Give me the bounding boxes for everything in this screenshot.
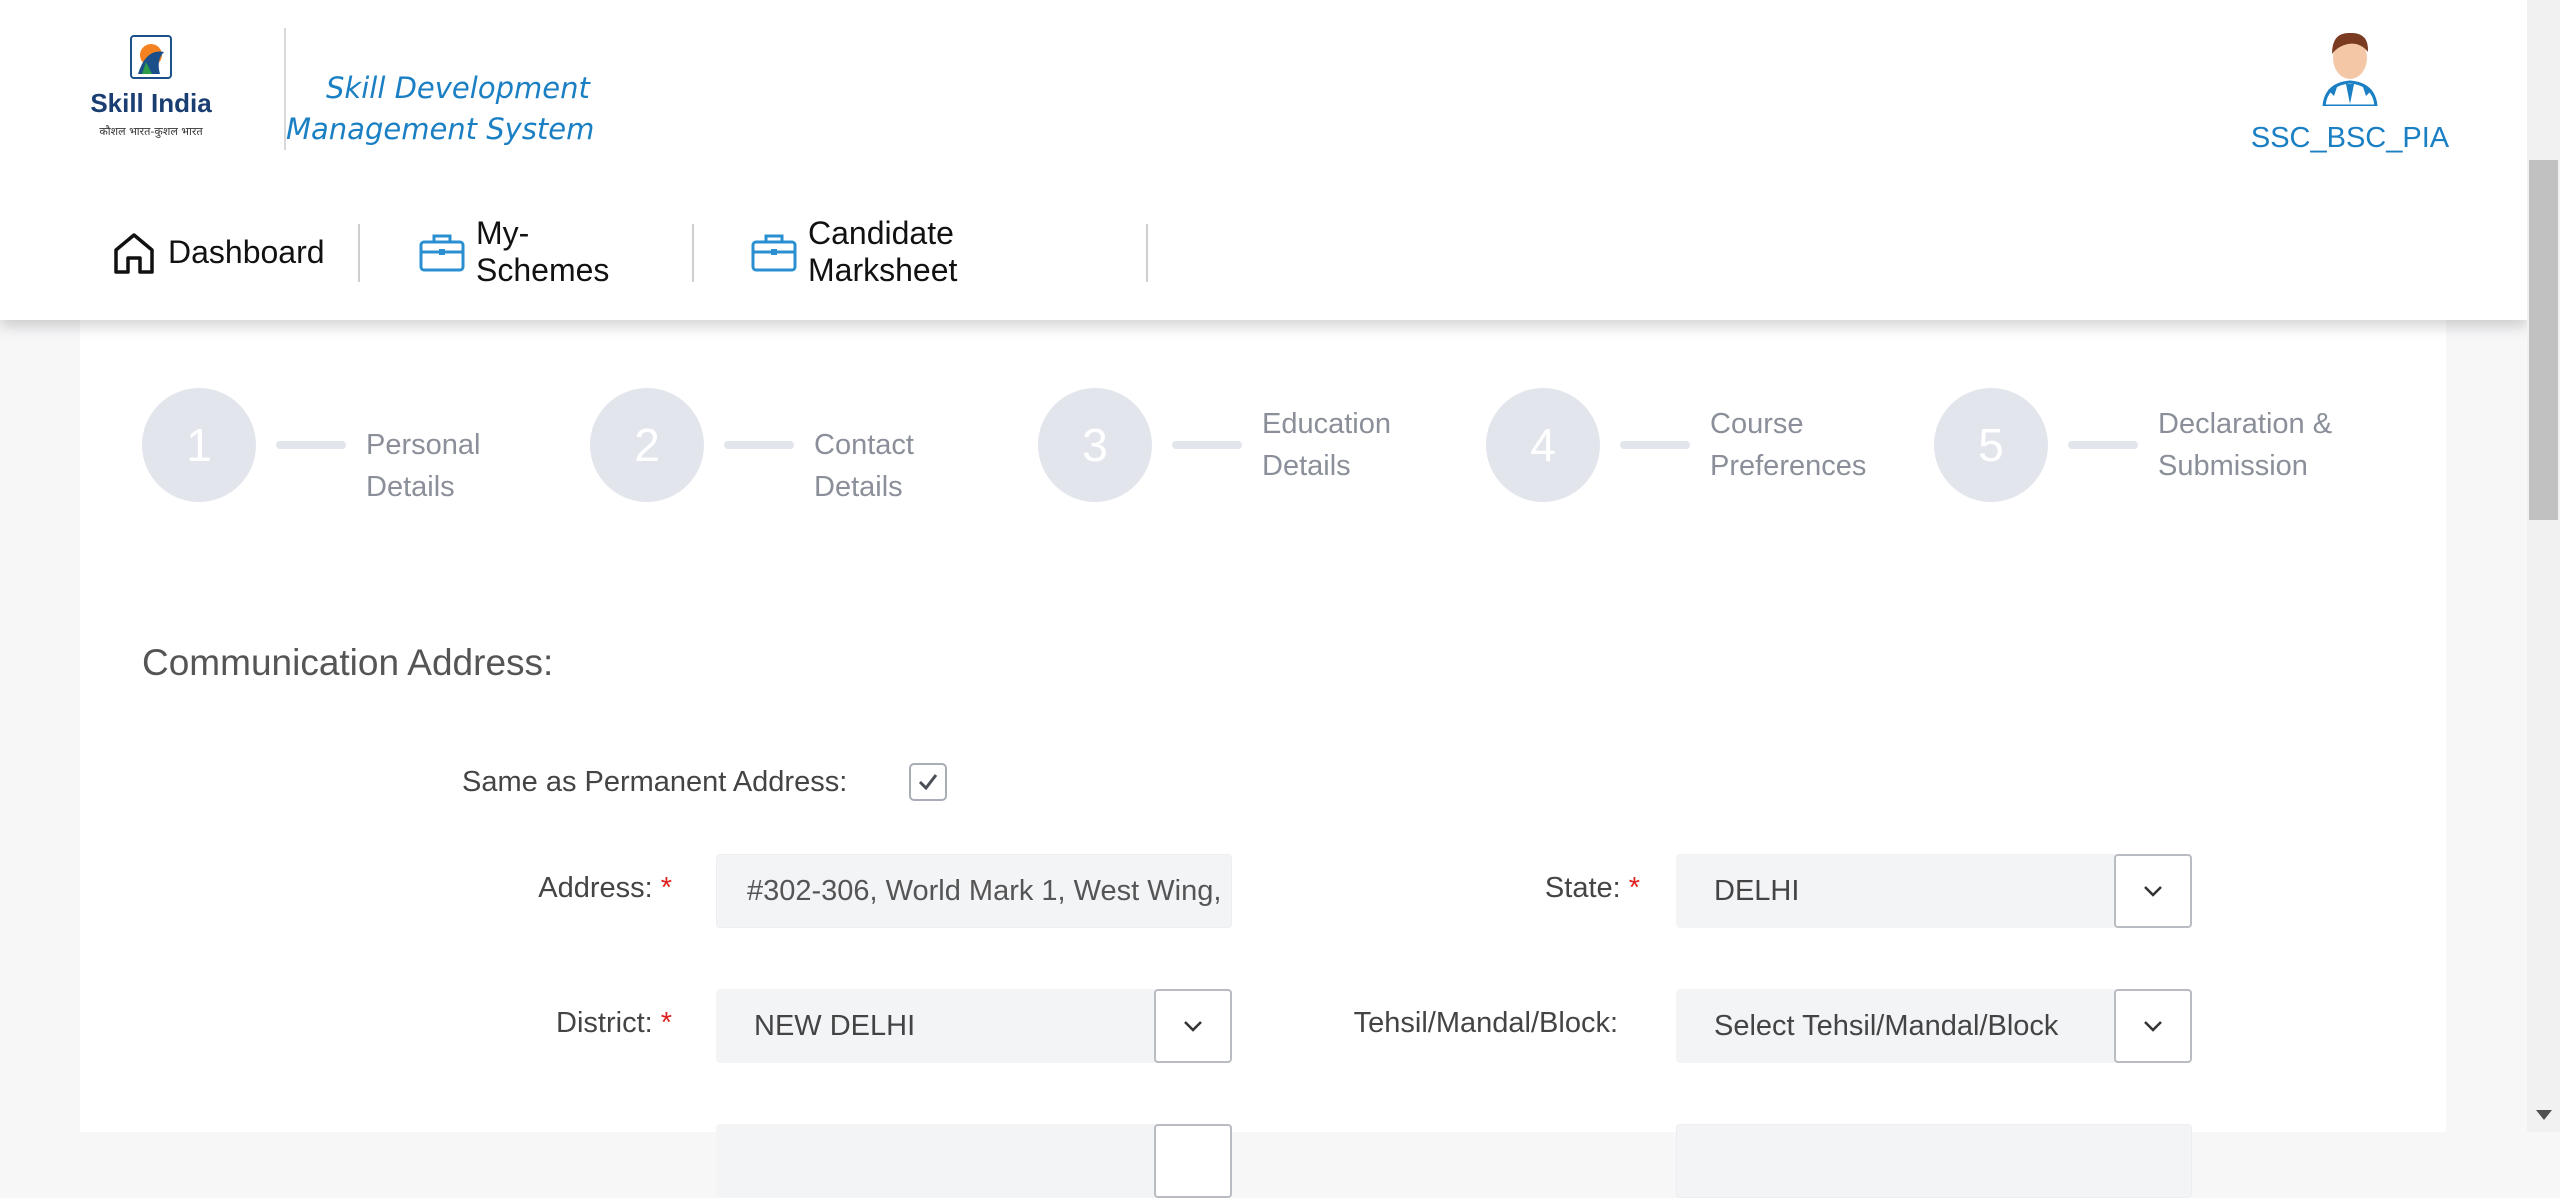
state-select[interactable]: DELHI	[1676, 854, 2192, 928]
user-avatar-icon[interactable]	[2314, 26, 2386, 106]
state-dropdown-button[interactable]	[2114, 854, 2192, 928]
step-label: Course Preferences	[1710, 408, 1867, 482]
required-mark: *	[1628, 872, 1640, 904]
user-menu[interactable]: SSC_BSC_PIA	[2240, 26, 2460, 155]
state-label: State: *	[1544, 872, 1640, 904]
step-connector	[1172, 441, 1242, 449]
app-title: Skill Development Management System	[286, 71, 595, 146]
nav-candidate-marksheet[interactable]: Candidate Marksheet	[750, 215, 957, 288]
chevron-down-icon	[2144, 886, 2162, 897]
tehsil-dropdown-button[interactable]	[2114, 989, 2192, 1063]
next-row-input[interactable]	[1676, 1124, 2192, 1198]
nav-dashboard[interactable]: Dashboard	[110, 220, 325, 284]
address-label: Address: *	[538, 872, 672, 904]
step-connector	[2068, 441, 2138, 449]
chevron-down-icon	[1184, 1021, 1202, 1032]
step-number: 3	[1038, 388, 1152, 502]
nav-divider	[1146, 224, 1148, 282]
state-select-value[interactable]: DELHI	[1676, 854, 2116, 928]
step-label: Personal Details	[366, 429, 481, 503]
step-number: 4	[1486, 388, 1600, 502]
district-select-value[interactable]: NEW DELHI	[716, 989, 1156, 1063]
form-card: 1 Personal Details 2 Contact Details 3 E…	[80, 300, 2446, 1198]
nav-divider	[358, 224, 360, 282]
step-connector	[1620, 441, 1690, 449]
nav-my-schemes-label: My-Schemes	[476, 215, 610, 288]
district-select[interactable]: NEW DELHI	[716, 989, 1232, 1063]
step-connector	[724, 441, 794, 449]
tehsil-select[interactable]: Select Tehsil/Mandal/Block	[1676, 989, 2192, 1063]
svg-text:Skill India: Skill India	[90, 88, 212, 118]
chevron-down-icon	[2144, 1021, 2162, 1032]
required-mark: *	[660, 1007, 672, 1039]
next-row-select[interactable]	[716, 1124, 1232, 1198]
scroll-down-arrow-icon[interactable]	[2536, 1110, 2552, 1120]
checkmark-icon	[918, 774, 938, 791]
step-number: 1	[142, 388, 256, 502]
home-icon	[110, 228, 158, 276]
nav-my-schemes[interactable]: My-Schemes	[418, 215, 609, 288]
svg-text:कौशल भारत-कुशल भारत: कौशल भारत-कुशल भारत	[99, 125, 203, 138]
next-row-dropdown-button[interactable]	[1154, 1124, 1232, 1198]
nav-candidate-marksheet-label: Candidate Marksheet	[808, 215, 958, 288]
same-as-permanent-label: Same as Permanent Address:	[462, 766, 848, 798]
step-connector	[276, 441, 346, 449]
next-row-select-value[interactable]	[716, 1124, 1156, 1198]
scrollbar-thumb[interactable]	[2529, 160, 2558, 520]
skill-india-logo[interactable]: Skill India कौशल भारत-कुशल भारत	[80, 34, 222, 149]
step-label: Contact Details	[814, 429, 914, 503]
briefcase-icon	[750, 228, 798, 276]
page-scrollbar[interactable]	[2527, 0, 2560, 1132]
step-label: Declaration & Submission	[2158, 408, 2333, 482]
step-label: Education Details	[1262, 408, 1391, 482]
district-dropdown-button[interactable]	[1154, 989, 1232, 1063]
required-mark: *	[660, 872, 672, 904]
nav-dashboard-label: Dashboard	[168, 233, 325, 270]
app-header: Skill India कौशल भारत-कुशल भारत Skill De…	[0, 0, 2527, 320]
tehsil-label: Tehsil/Mandal/Block:	[1353, 1007, 1618, 1039]
address-input[interactable]: #302-306, World Mark 1, West Wing,	[716, 854, 1232, 928]
same-as-permanent-checkbox[interactable]	[909, 763, 947, 801]
step-number: 2	[590, 388, 704, 502]
briefcase-icon	[418, 228, 466, 276]
section-title: Communication Address:	[142, 642, 554, 683]
progress-stepper: 1 Personal Details 2 Contact Details 3 E…	[142, 388, 2442, 503]
district-label: District: *	[556, 1007, 672, 1039]
step-number: 5	[1934, 388, 2048, 502]
nav-divider	[692, 224, 694, 282]
tehsil-select-value[interactable]: Select Tehsil/Mandal/Block	[1676, 989, 2116, 1063]
username[interactable]: SSC_BSC_PIA	[2240, 122, 2460, 155]
